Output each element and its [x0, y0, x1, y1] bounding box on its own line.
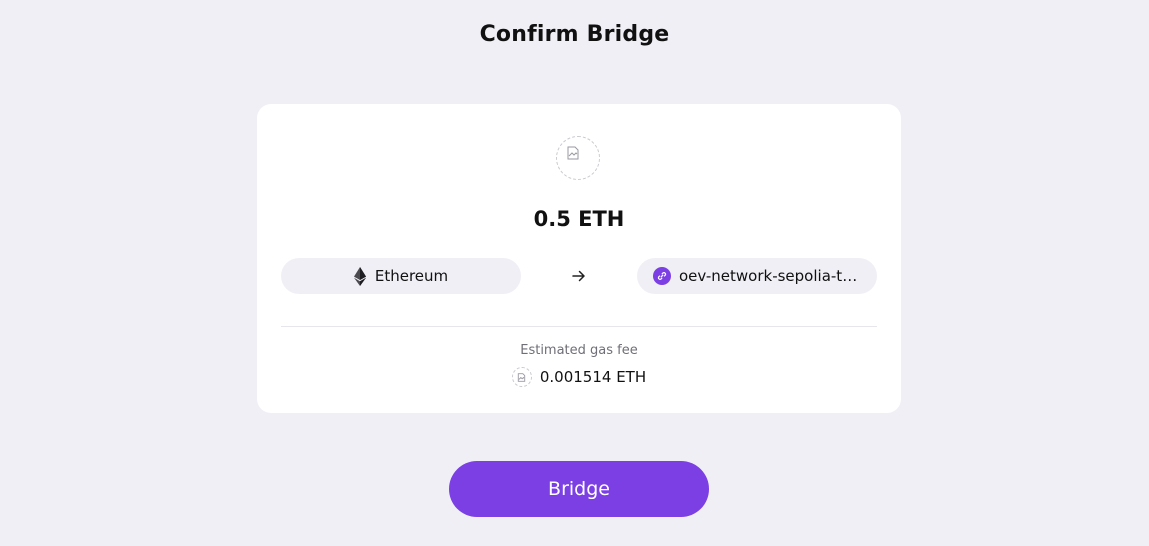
bridge-summary-card: 0.5 ETH Ethereum oev-network-sepolia-tes… — [257, 104, 901, 413]
gas-fee-row: 0.001514 ETH — [257, 367, 901, 387]
page-title: Confirm Bridge — [479, 22, 670, 47]
token-image-placeholder — [556, 136, 600, 180]
source-chain-label: Ethereum — [374, 267, 449, 285]
gas-fee-value: 0.001514 ETH — [539, 368, 647, 386]
bridge-button[interactable]: Bridge — [449, 461, 709, 517]
bridge-amount: 0.5 ETH — [533, 207, 625, 231]
destination-chain-pill[interactable]: oev-network-sepolia-testnet — [637, 258, 877, 294]
broken-image-icon — [511, 367, 532, 387]
broken-image-icon — [567, 146, 579, 160]
ethereum-icon — [353, 266, 366, 286]
destination-chain-label: oev-network-sepolia-testnet — [679, 267, 859, 285]
arrow-right-icon — [571, 266, 587, 286]
source-chain-pill[interactable]: Ethereum — [281, 258, 521, 294]
gas-fee-label: Estimated gas fee — [520, 343, 638, 358]
divider — [281, 326, 877, 327]
chain-link-icon — [653, 267, 671, 285]
